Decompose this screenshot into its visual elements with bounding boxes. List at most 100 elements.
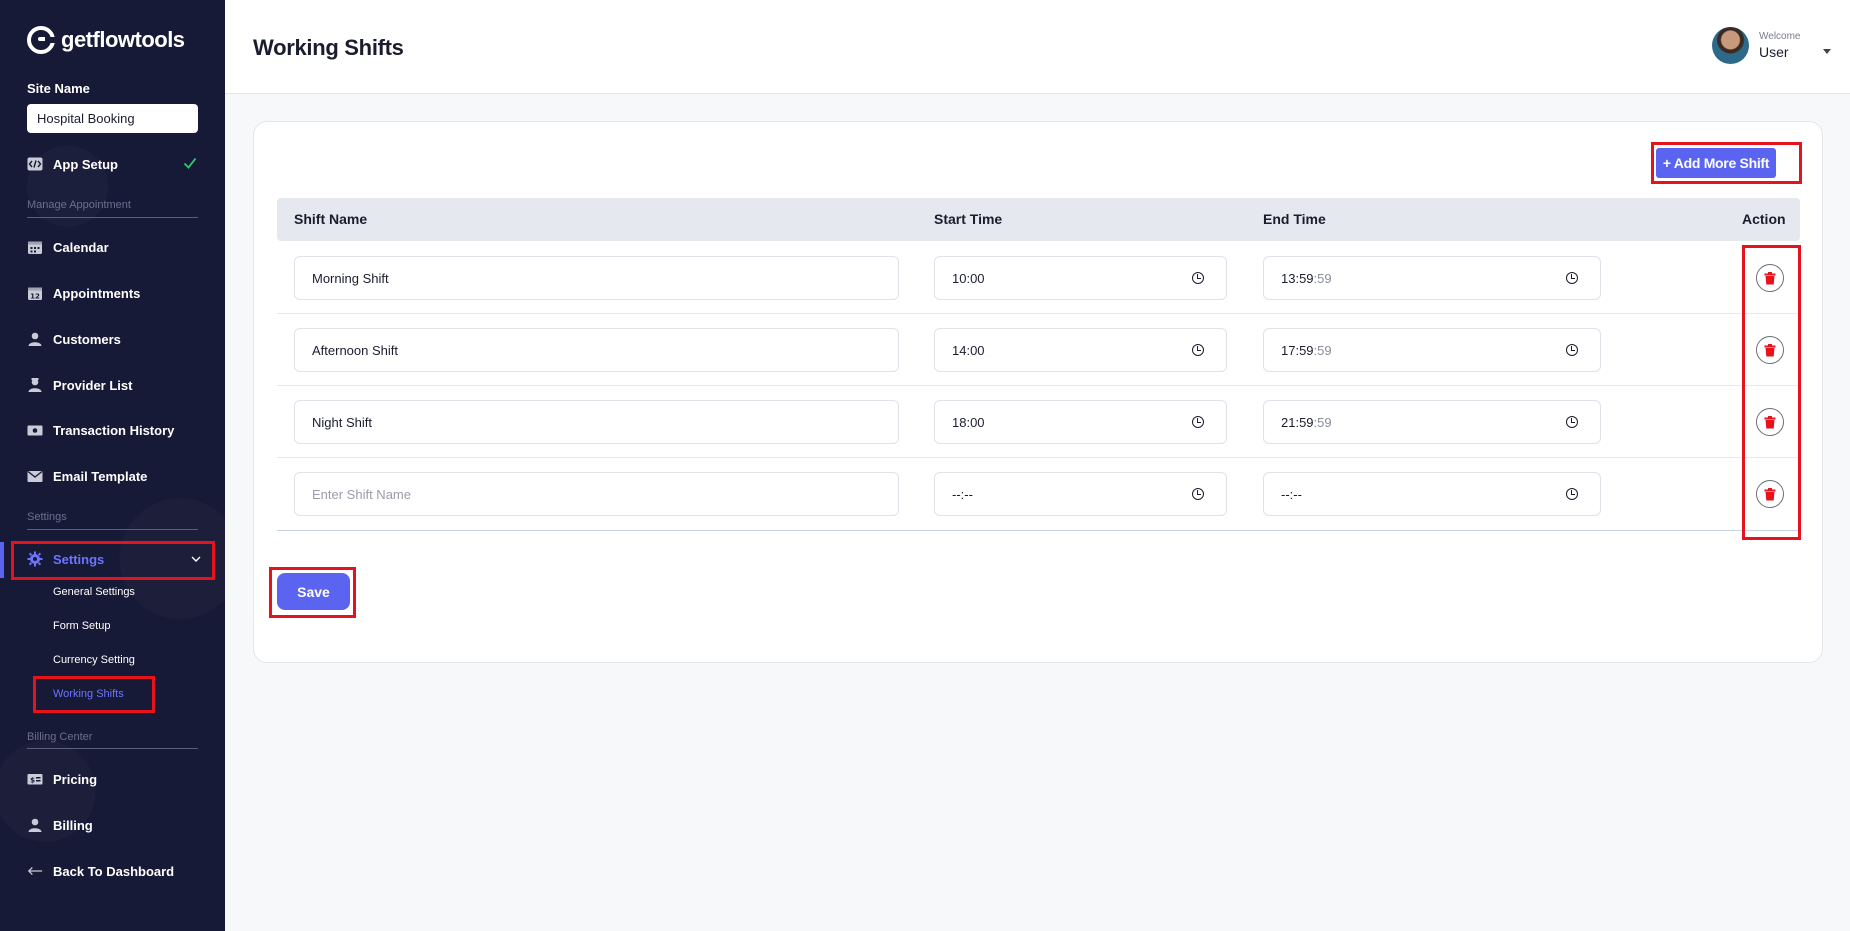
shift-name-input[interactable]: Night Shift [294, 400, 899, 444]
sidebar-item-label: Provider List [53, 377, 133, 393]
sidebar-item-appointments[interactable]: 12 Appointments [27, 281, 140, 305]
mail-icon [27, 468, 43, 484]
clock-icon[interactable] [1566, 344, 1578, 356]
end-time-seconds: :59 [1313, 342, 1332, 358]
site-name-label: Site Name [27, 81, 90, 96]
welcome-text: Welcome [1759, 31, 1801, 42]
code-icon [27, 156, 43, 172]
delete-shift-button[interactable] [1756, 408, 1784, 436]
sidebar-sub-form-setup[interactable]: Form Setup [53, 620, 110, 632]
sidebar-item-label: Email Template [53, 468, 148, 484]
sidebar-sub-currency-setting[interactable]: Currency Setting [53, 654, 135, 666]
end-time-placeholder: --:-- [1281, 486, 1302, 502]
section-label-manage: Manage Appointment [27, 199, 131, 211]
delete-shift-button[interactable] [1756, 264, 1784, 292]
back-to-dashboard-link[interactable]: Back To Dashboard [27, 859, 174, 883]
brand-logo[interactable]: getflowtools [27, 26, 185, 54]
clock-icon[interactable] [1192, 344, 1204, 356]
sidebar-item-label: Transaction History [53, 422, 175, 438]
end-time-input[interactable]: 17:59:59 [1263, 328, 1601, 372]
shift-name-input[interactable]: Afternoon Shift [294, 328, 899, 372]
svg-text:$: $ [30, 777, 35, 785]
start-time-input[interactable]: 10:00 [934, 256, 1227, 300]
sidebar-item-calendar[interactable]: Calendar [27, 235, 109, 259]
sidebar-item-label: Back To Dashboard [53, 863, 175, 879]
pricing-icon: $ [27, 771, 43, 787]
clock-icon[interactable] [1566, 416, 1578, 428]
sidebar-item-pricing[interactable]: $ Pricing [27, 767, 97, 791]
column-header-action: Action [1742, 211, 1786, 227]
sidebar-item-transaction-history[interactable]: Transaction History [27, 418, 174, 442]
user-icon [27, 331, 43, 347]
clock-icon[interactable] [1566, 488, 1578, 500]
clock-icon[interactable] [1192, 272, 1204, 284]
end-time-input[interactable]: 13:59:59 [1263, 256, 1601, 300]
section-divider [27, 748, 198, 749]
sidebar-item-app-setup[interactable]: App Setup [27, 152, 118, 176]
clock-icon[interactable] [1192, 488, 1204, 500]
end-time-input[interactable]: 21:59:59 [1263, 400, 1601, 444]
end-time-seconds: :59 [1313, 414, 1332, 430]
sidebar-item-label: Billing [53, 817, 93, 833]
chevron-down-icon[interactable] [191, 554, 201, 564]
sidebar: getflowtools Site Name App Setup Manage … [0, 0, 225, 931]
provider-icon [27, 377, 43, 393]
start-time-value: 10:00 [952, 270, 985, 286]
sidebar-item-settings[interactable]: Settings [27, 547, 104, 571]
sidebar-item-provider-list[interactable]: Provider List [27, 373, 132, 397]
calendar-icon [27, 239, 43, 255]
delete-shift-button[interactable] [1756, 480, 1784, 508]
sidebar-item-label: App Setup [53, 156, 118, 172]
shift-name-value: Night Shift [312, 414, 372, 430]
logo-icon [27, 26, 55, 54]
sidebar-sub-working-shifts[interactable]: Working Shifts [53, 688, 124, 700]
user-menu[interactable]: Welcome User [1712, 27, 1831, 64]
end-time-input[interactable]: --:-- [1263, 472, 1601, 516]
arrow-left-icon [27, 863, 43, 879]
column-header-start-time: Start Time [934, 211, 1003, 227]
sidebar-item-email-template[interactable]: Email Template [27, 464, 147, 488]
start-time-value: 18:00 [952, 414, 985, 430]
save-button[interactable]: Save [277, 573, 350, 610]
top-header: Working Shifts Welcome User [225, 0, 1850, 94]
table-row: Enter Shift Name --:-- --:-- [277, 458, 1800, 531]
shift-name-input[interactable]: Enter Shift Name [294, 472, 899, 516]
table-row: Night Shift 18:00 21:59:59 [277, 386, 1800, 458]
brand-name: getflowtools [61, 27, 185, 52]
user-name: User [1759, 44, 1789, 60]
page-title: Working Shifts [253, 35, 404, 60]
start-time-input[interactable]: --:-- [934, 472, 1227, 516]
add-more-shift-button[interactable]: + Add More Shift [1656, 148, 1776, 178]
active-indicator [0, 542, 4, 578]
shift-name-placeholder: Enter Shift Name [312, 486, 411, 502]
end-time-seconds: :59 [1313, 270, 1332, 286]
clock-icon[interactable] [1566, 272, 1578, 284]
shift-name-value: Afternoon Shift [312, 342, 398, 358]
user-icon [27, 817, 43, 833]
sidebar-sub-general-settings[interactable]: General Settings [53, 586, 135, 598]
sidebar-item-billing[interactable]: Billing [27, 813, 93, 837]
caret-down-icon[interactable] [1822, 49, 1831, 54]
site-name-input[interactable] [27, 104, 198, 133]
sidebar-item-label: Settings [53, 551, 105, 567]
sidebar-item-label: Pricing [53, 771, 98, 787]
money-icon [27, 422, 43, 438]
start-time-placeholder: --:-- [952, 486, 973, 502]
start-time-input[interactable]: 14:00 [934, 328, 1227, 372]
table-row: Morning Shift 10:00 13:59:59 [277, 242, 1800, 314]
shift-name-input[interactable]: Morning Shift [294, 256, 899, 300]
sidebar-item-label: Customers [53, 331, 121, 347]
shifts-card: + Add More Shift Shift Name Start Time E… [253, 121, 1823, 663]
table-header: Shift Name Start Time End Time Action [277, 198, 1800, 241]
trash-icon [1764, 271, 1776, 284]
start-time-input[interactable]: 18:00 [934, 400, 1227, 444]
start-time-value: 14:00 [952, 342, 985, 358]
column-header-shift-name: Shift Name [294, 211, 368, 227]
delete-shift-button[interactable] [1756, 336, 1784, 364]
clock-icon[interactable] [1192, 416, 1204, 428]
section-divider [27, 217, 198, 218]
sidebar-item-label: Appointments [53, 285, 141, 301]
shift-name-value: Morning Shift [312, 270, 389, 286]
sidebar-item-customers[interactable]: Customers [27, 327, 121, 351]
section-label-settings: Settings [27, 511, 67, 523]
